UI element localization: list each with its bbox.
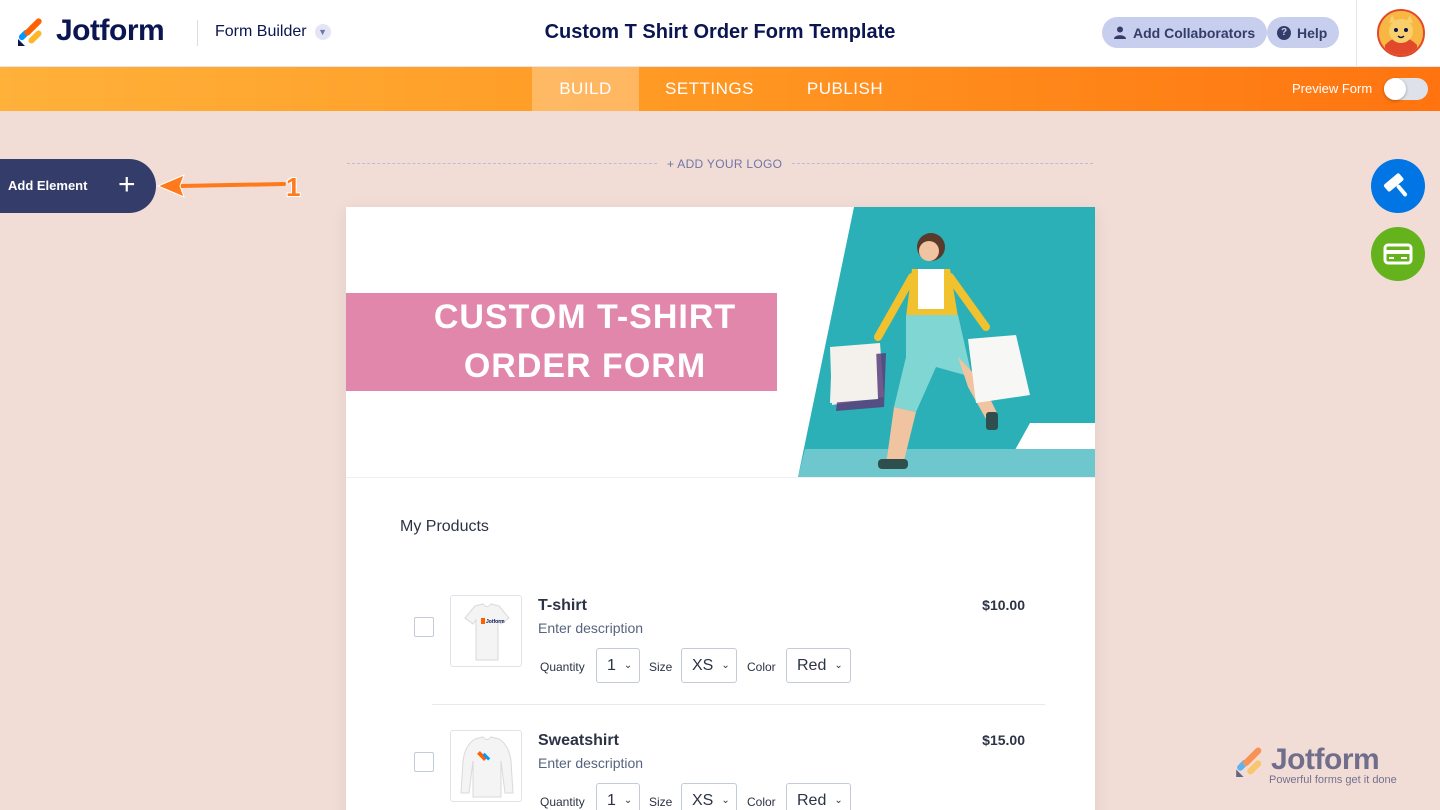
color-label: Color — [747, 660, 776, 674]
form-title[interactable]: Custom T Shirt Order Form Template — [545, 21, 896, 43]
help-button[interactable]: ? Help — [1267, 17, 1340, 48]
user-icon — [1114, 26, 1126, 39]
color-value: Red — [797, 791, 827, 809]
quantity-select[interactable]: 1 ⌄ — [596, 648, 640, 683]
chevron-down-icon: ⌄ — [721, 660, 730, 671]
tshirt-image: Jotform — [450, 595, 522, 667]
tab-publish[interactable]: PUBLISH — [790, 67, 900, 111]
color-select[interactable]: Red ⌄ — [786, 783, 851, 810]
size-label: Size — [649, 795, 673, 809]
add-collaborators-label: Add Collaborators — [1133, 24, 1256, 41]
size-select[interactable]: XS ⌄ — [681, 783, 737, 810]
product-checkbox[interactable] — [414, 752, 434, 772]
quantity-value: 1 — [607, 791, 616, 809]
product-divider — [432, 704, 1045, 705]
section-title[interactable]: My Products — [400, 518, 489, 536]
quantity-label: Quantity — [540, 795, 585, 809]
product-description[interactable]: Enter description — [538, 755, 643, 771]
help-label: Help — [1297, 24, 1328, 41]
product-row[interactable]: Sweatshirt Enter description $15.00 Quan… — [414, 730, 1044, 810]
color-label: Color — [747, 795, 776, 809]
header-separator — [1356, 0, 1357, 67]
header-divider — [197, 20, 198, 46]
size-value: XS — [692, 656, 714, 674]
chevron-down-icon: ⌄ — [834, 660, 843, 671]
product-price: $10.00 — [982, 597, 1025, 613]
jotform-watermark-icon — [1236, 747, 1262, 777]
logo-divider-right — [792, 163, 1093, 164]
avatar[interactable] — [1377, 9, 1425, 57]
color-value: Red — [797, 656, 827, 674]
chevron-down-icon: ⌄ — [834, 795, 843, 806]
add-element-label: Add Element — [8, 178, 88, 193]
jotform-logo-icon — [16, 15, 46, 47]
svg-text:Jotform: Jotform — [486, 619, 505, 625]
form-builder-label: Form Builder — [215, 23, 307, 40]
product-price: $15.00 — [982, 732, 1025, 748]
builder-nav: BUILD SETTINGS PUBLISH Preview Form — [0, 67, 1440, 111]
chevron-down-icon: ⌄ — [623, 795, 633, 806]
product-name: Sweatshirt — [538, 732, 619, 749]
logo-text: Jotform — [56, 14, 165, 47]
product-name: T-shirt — [538, 597, 587, 614]
quantity-value: 1 — [607, 656, 616, 674]
form-card: CUSTOM T-SHIRT ORDER FORM My Products Jo… — [346, 207, 1095, 810]
preview-form-toggle[interactable] — [1384, 78, 1428, 100]
product-row[interactable]: Jotform T-shirt Enter description $10.00… — [414, 595, 1044, 715]
annotation-arrow-icon — [156, 174, 286, 198]
form-designer-button[interactable] — [1371, 159, 1425, 213]
paint-roller-icon — [1383, 173, 1408, 197]
card-icon — [1383, 243, 1413, 265]
watermark-brand: Jotform — [1271, 743, 1380, 776]
size-select[interactable]: XS ⌄ — [681, 648, 737, 683]
chevron-down-icon: ▼ — [314, 24, 331, 40]
sweatshirt-image — [450, 730, 522, 802]
question-icon: ? — [1277, 25, 1291, 40]
hero-divider — [346, 477, 1095, 478]
hero-title-line1: CUSTOM T-SHIRT — [433, 298, 737, 336]
watermark-tagline: Powerful forms get it done — [1269, 774, 1397, 786]
color-select[interactable]: Red ⌄ — [786, 648, 851, 683]
add-collaborators-button[interactable]: Add Collaborators — [1102, 17, 1268, 48]
quantity-label: Quantity — [540, 660, 585, 674]
logo-divider-left — [347, 163, 657, 164]
size-value: XS — [692, 791, 714, 809]
size-label: Size — [649, 660, 673, 674]
payment-settings-button[interactable] — [1371, 227, 1425, 281]
plus-icon: + — [118, 168, 136, 201]
top-header: Jotform Form Builder ▼ Custom T Shirt Or… — [0, 0, 1440, 67]
tab-build[interactable]: BUILD — [532, 67, 639, 111]
toggle-knob — [1384, 78, 1406, 100]
add-logo-link[interactable]: + ADD YOUR LOGO — [667, 157, 782, 171]
add-element-button[interactable]: Add Element + — [0, 159, 156, 213]
quantity-select[interactable]: 1 ⌄ — [596, 783, 640, 810]
chevron-down-icon: ⌄ — [721, 795, 730, 806]
jotform-logo[interactable]: Jotform — [16, 14, 165, 48]
form-builder-dropdown[interactable]: Form Builder ▼ — [215, 23, 331, 41]
product-checkbox[interactable] — [414, 617, 434, 637]
hero-title-line2: ORDER FORM — [463, 347, 707, 385]
preview-form-label: Preview Form — [1292, 81, 1373, 96]
chevron-down-icon: ⌄ — [623, 660, 633, 671]
product-description[interactable]: Enter description — [538, 620, 643, 636]
tab-settings[interactable]: SETTINGS — [647, 67, 772, 111]
annotation-number: 1 — [286, 172, 301, 202]
hero-title: CUSTOM T-SHIRT ORDER FORM — [346, 293, 824, 391]
form-header-image[interactable]: CUSTOM T-SHIRT ORDER FORM — [346, 207, 1095, 477]
